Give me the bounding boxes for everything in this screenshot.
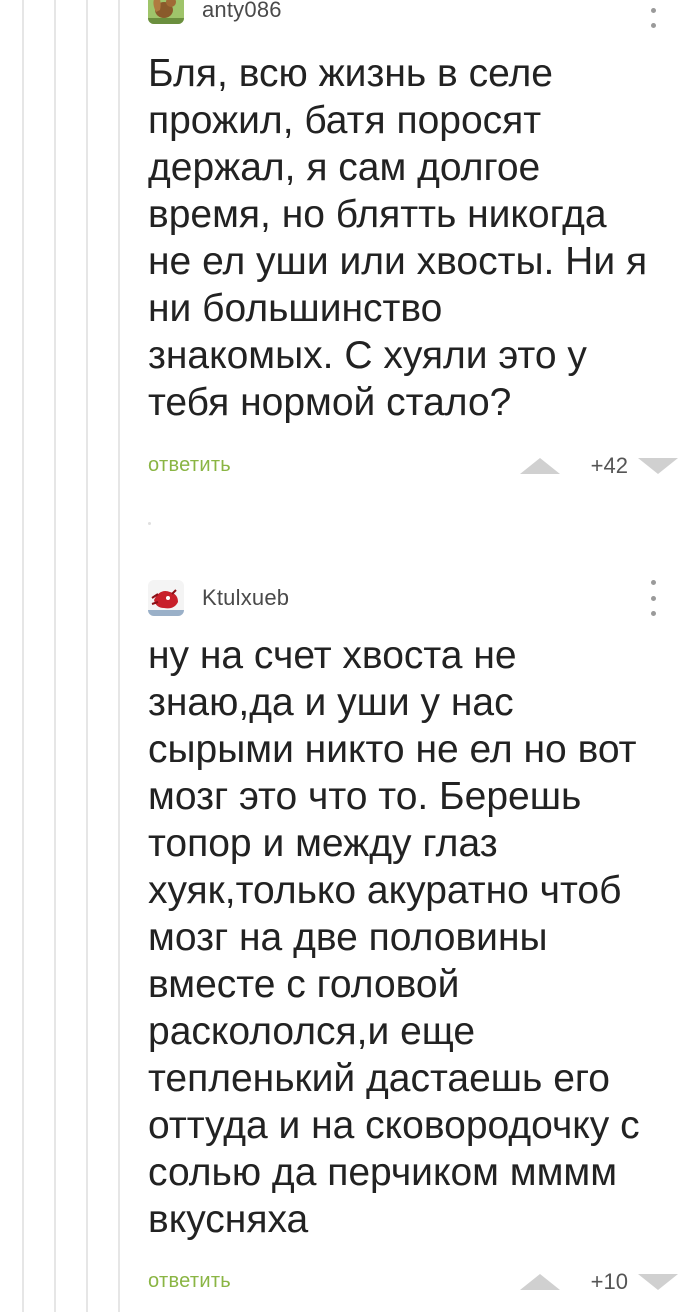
kebab-menu-icon[interactable] bbox=[648, 580, 658, 616]
vote-up-icon[interactable] bbox=[520, 458, 560, 474]
rating-value: +10 bbox=[590, 1269, 628, 1294]
username[interactable]: anty086 bbox=[202, 0, 282, 23]
vote-down-icon[interactable] bbox=[638, 1274, 678, 1290]
stray-dot bbox=[148, 522, 151, 525]
reply-link[interactable]: ответить bbox=[148, 1270, 231, 1293]
comment-anty086: anty086 Бля, всю жизнь в селе прожил, ба… bbox=[148, 0, 678, 490]
thread-line-4 bbox=[118, 0, 120, 1312]
thread-line-2 bbox=[54, 0, 56, 1312]
comment-header: anty086 bbox=[148, 0, 678, 40]
kebab-menu-icon[interactable] bbox=[648, 0, 658, 28]
vote-up-icon[interactable] bbox=[520, 1274, 560, 1290]
thread-line-1 bbox=[22, 0, 24, 1312]
vote-down-icon[interactable] bbox=[638, 458, 678, 474]
comment-text: ну на счет хвоста не знаю,да и уши у нас… bbox=[148, 634, 640, 1241]
thread-line-3 bbox=[86, 0, 88, 1312]
reply-link[interactable]: ответить bbox=[148, 454, 231, 477]
rating-value: +42 bbox=[590, 453, 628, 478]
squirrel-avatar-icon[interactable] bbox=[148, 0, 184, 24]
username[interactable]: Ktulxueb bbox=[202, 585, 289, 611]
comment-footer: ответить +42 bbox=[148, 452, 678, 486]
comment-ktulxueb: Ktulxueb ну на счет хвоста не знаю,да и … bbox=[148, 580, 678, 1312]
comment-text: Бля, всю жизнь в селе прожил, батя порос… bbox=[148, 52, 648, 424]
red-creature-avatar-icon[interactable] bbox=[148, 580, 184, 616]
comment-header: Ktulxueb bbox=[148, 580, 678, 620]
comment-footer: ответить +10 bbox=[148, 1268, 678, 1302]
